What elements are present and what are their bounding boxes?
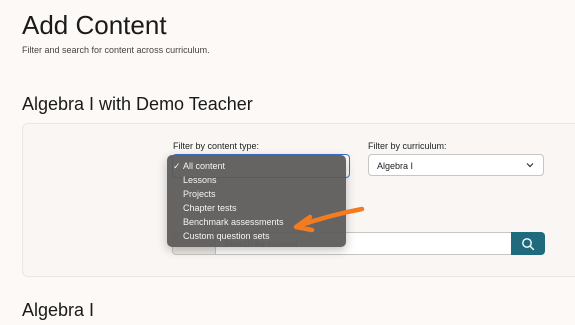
dropdown-option[interactable]: Benchmark assessments	[183, 217, 284, 227]
dropdown-option[interactable]: Custom question sets	[183, 231, 270, 241]
curriculum-select-value: Algebra I	[377, 161, 414, 171]
curriculum-label: Filter by curriculum:	[368, 141, 447, 151]
curriculum-select[interactable]: Algebra I	[368, 154, 544, 176]
search-button[interactable]	[511, 232, 545, 255]
annotation-arrow-icon	[293, 206, 365, 233]
section-title: Algebra I with Demo Teacher	[22, 94, 253, 114]
dropdown-option[interactable]: Chapter tests	[183, 203, 237, 213]
check-icon: ✓	[173, 161, 181, 171]
dropdown-option[interactable]: All content	[183, 161, 225, 171]
section-title: Algebra I	[22, 300, 95, 320]
search-icon	[522, 238, 535, 251]
dropdown-option[interactable]: Projects	[183, 189, 216, 199]
page-title: Add Content	[22, 10, 167, 40]
chevron-down-icon	[526, 163, 534, 168]
page-subtitle: Filter and search for content across cur…	[22, 45, 210, 55]
dropdown-option[interactable]: Lessons	[183, 175, 217, 185]
content-type-label: Filter by content type:	[173, 141, 260, 151]
